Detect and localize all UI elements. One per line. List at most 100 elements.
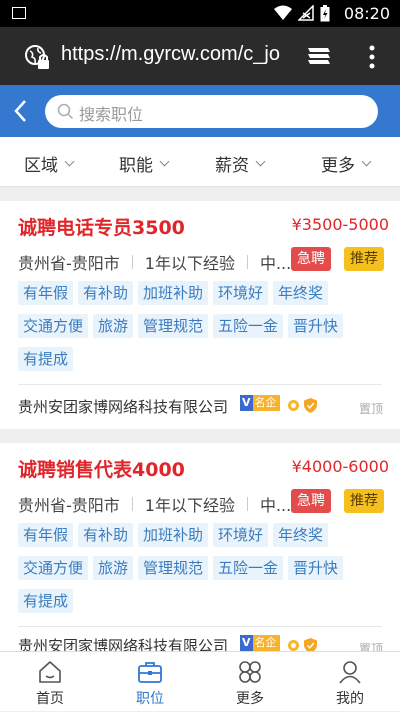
job-tag: 环境好 — [213, 281, 269, 305]
status-bar: 08:20 — [0, 0, 400, 27]
job-tag: 年终奖 — [273, 281, 329, 305]
nav-label: 更多 — [236, 691, 264, 707]
verified-v-icon: V — [240, 635, 253, 651]
verified-v-icon: V — [240, 395, 253, 411]
filter-region[interactable]: 区域 — [24, 151, 75, 176]
browser-url-bar: https://m.gyrcw.com/c_jo — [0, 27, 400, 85]
job-tag: 有年假 — [18, 523, 74, 547]
divider — [18, 384, 382, 385]
image-notification-icon — [12, 7, 26, 19]
job-tag: 旅游 — [93, 314, 134, 338]
job-tag: 管理规范 — [138, 556, 209, 580]
filter-function[interactable]: 职能 — [119, 151, 170, 176]
search-placeholder: 搜索职位 — [79, 105, 144, 124]
recommend-badge: 推荐 — [344, 489, 384, 513]
pinned-label: 置顶 — [358, 642, 383, 651]
job-education: 中... — [259, 496, 292, 515]
job-tag: 加班补助 — [138, 523, 209, 547]
medal-icon — [288, 640, 299, 651]
company-name[interactable]: 贵州安团家博网络科技有限公司 — [18, 635, 228, 651]
job-tag: 晋升快 — [288, 556, 344, 580]
insecure-globe-lock-icon[interactable] — [24, 44, 52, 72]
divider — [131, 255, 133, 269]
job-experience: 1年以下经验 — [144, 254, 235, 273]
job-tag: 交通方便 — [18, 556, 89, 580]
chevron-down-icon — [255, 156, 266, 167]
app-header: 搜索职位 — [0, 85, 400, 137]
job-tag: 五险一金 — [213, 556, 284, 580]
battery-icon — [320, 5, 330, 22]
pinned-label: 置顶 — [358, 402, 383, 416]
company-name[interactable]: 贵州安团家博网络科技有限公司 — [18, 396, 228, 417]
chevron-down-icon — [159, 156, 170, 167]
nav-label: 我的 — [336, 691, 364, 707]
job-salary: ¥4000-6000 — [291, 457, 389, 476]
signal-icon — [298, 5, 314, 21]
famous-company-badge: V 名企 — [240, 395, 280, 411]
divider — [131, 497, 133, 511]
filter-label: 更多 — [321, 156, 355, 176]
divider — [18, 626, 382, 627]
job-title[interactable]: 诚聘电话专员3500 — [18, 213, 185, 240]
nav-label: 职位 — [136, 691, 164, 707]
job-tag: 年终奖 — [273, 523, 329, 547]
job-tag: 加班补助 — [138, 281, 209, 305]
filter-label: 职能 — [119, 156, 153, 176]
filter-salary[interactable]: 薪资 — [215, 151, 266, 176]
recommend-badge: 推荐 — [344, 247, 384, 271]
famous-company-badge: V 名企 — [240, 635, 280, 651]
url-field[interactable]: https://m.gyrcw.com/c_jo — [61, 43, 281, 66]
shield-check-icon — [304, 638, 317, 651]
job-tag: 有提成 — [18, 589, 74, 613]
nav-home[interactable]: 首页 — [0, 652, 100, 712]
cert-label: 名企 — [254, 396, 277, 409]
nav-more[interactable]: 更多 — [200, 652, 300, 712]
user-icon — [339, 661, 361, 684]
job-card[interactable]: 诚聘销售代表4000 ¥4000-6000 贵州省-贵阳市 1年以下经验 中..… — [0, 443, 400, 651]
back-arrow-icon[interactable] — [10, 97, 32, 125]
job-salary: ¥3500-5000 — [291, 215, 389, 234]
nav-profile[interactable]: 我的 — [300, 652, 400, 712]
job-tag: 五险一金 — [213, 314, 284, 338]
more-menu-icon[interactable] — [368, 44, 376, 70]
chevron-down-icon — [64, 156, 75, 167]
job-tag: 交通方便 — [18, 314, 89, 338]
job-tag: 有补助 — [78, 523, 134, 547]
job-education: 中... — [259, 254, 292, 273]
home-icon — [39, 661, 61, 683]
job-card[interactable]: 诚聘电话专员3500 ¥3500-5000 贵州省-贵阳市 1年以下经验 中..… — [0, 201, 400, 429]
clock: 08:20 — [343, 4, 390, 23]
divider — [246, 497, 248, 511]
filter-label: 薪资 — [215, 156, 249, 176]
filter-more[interactable]: 更多 — [321, 151, 372, 176]
filter-label: 区域 — [24, 156, 58, 176]
briefcase-icon — [138, 662, 162, 683]
nav-label: 首页 — [36, 691, 64, 707]
job-location: 贵州省-贵阳市 — [18, 254, 120, 273]
job-title[interactable]: 诚聘销售代表4000 — [18, 455, 185, 482]
chevron-down-icon — [361, 156, 372, 167]
tabs-icon[interactable] — [306, 45, 332, 67]
filter-bar: 区域 职能 薪资 更多 — [0, 137, 400, 187]
job-meta: 贵州省-贵阳市 1年以下经验 中... — [18, 492, 291, 516]
wifi-icon — [274, 5, 292, 20]
urgent-badge: 急聘 — [291, 489, 331, 513]
medal-icon — [288, 400, 299, 411]
shield-check-icon — [304, 398, 317, 413]
urgent-badge: 急聘 — [291, 247, 331, 271]
job-location: 贵州省-贵阳市 — [18, 496, 120, 515]
divider — [246, 255, 248, 269]
nav-jobs[interactable]: 职位 — [100, 652, 200, 712]
search-icon — [57, 103, 74, 120]
cert-label: 名企 — [254, 636, 277, 649]
job-tag: 有补助 — [78, 281, 134, 305]
job-experience: 1年以下经验 — [144, 496, 235, 515]
job-tag: 晋升快 — [288, 314, 344, 338]
search-input[interactable]: 搜索职位 — [45, 95, 378, 128]
bottom-nav: 首页 职位 更多 我的 — [0, 651, 400, 711]
job-tag: 旅游 — [93, 556, 134, 580]
job-tag: 有提成 — [18, 347, 74, 371]
job-tag: 有年假 — [18, 281, 74, 305]
job-meta: 贵州省-贵阳市 1年以下经验 中... — [18, 250, 291, 274]
grid-icon — [239, 661, 261, 683]
